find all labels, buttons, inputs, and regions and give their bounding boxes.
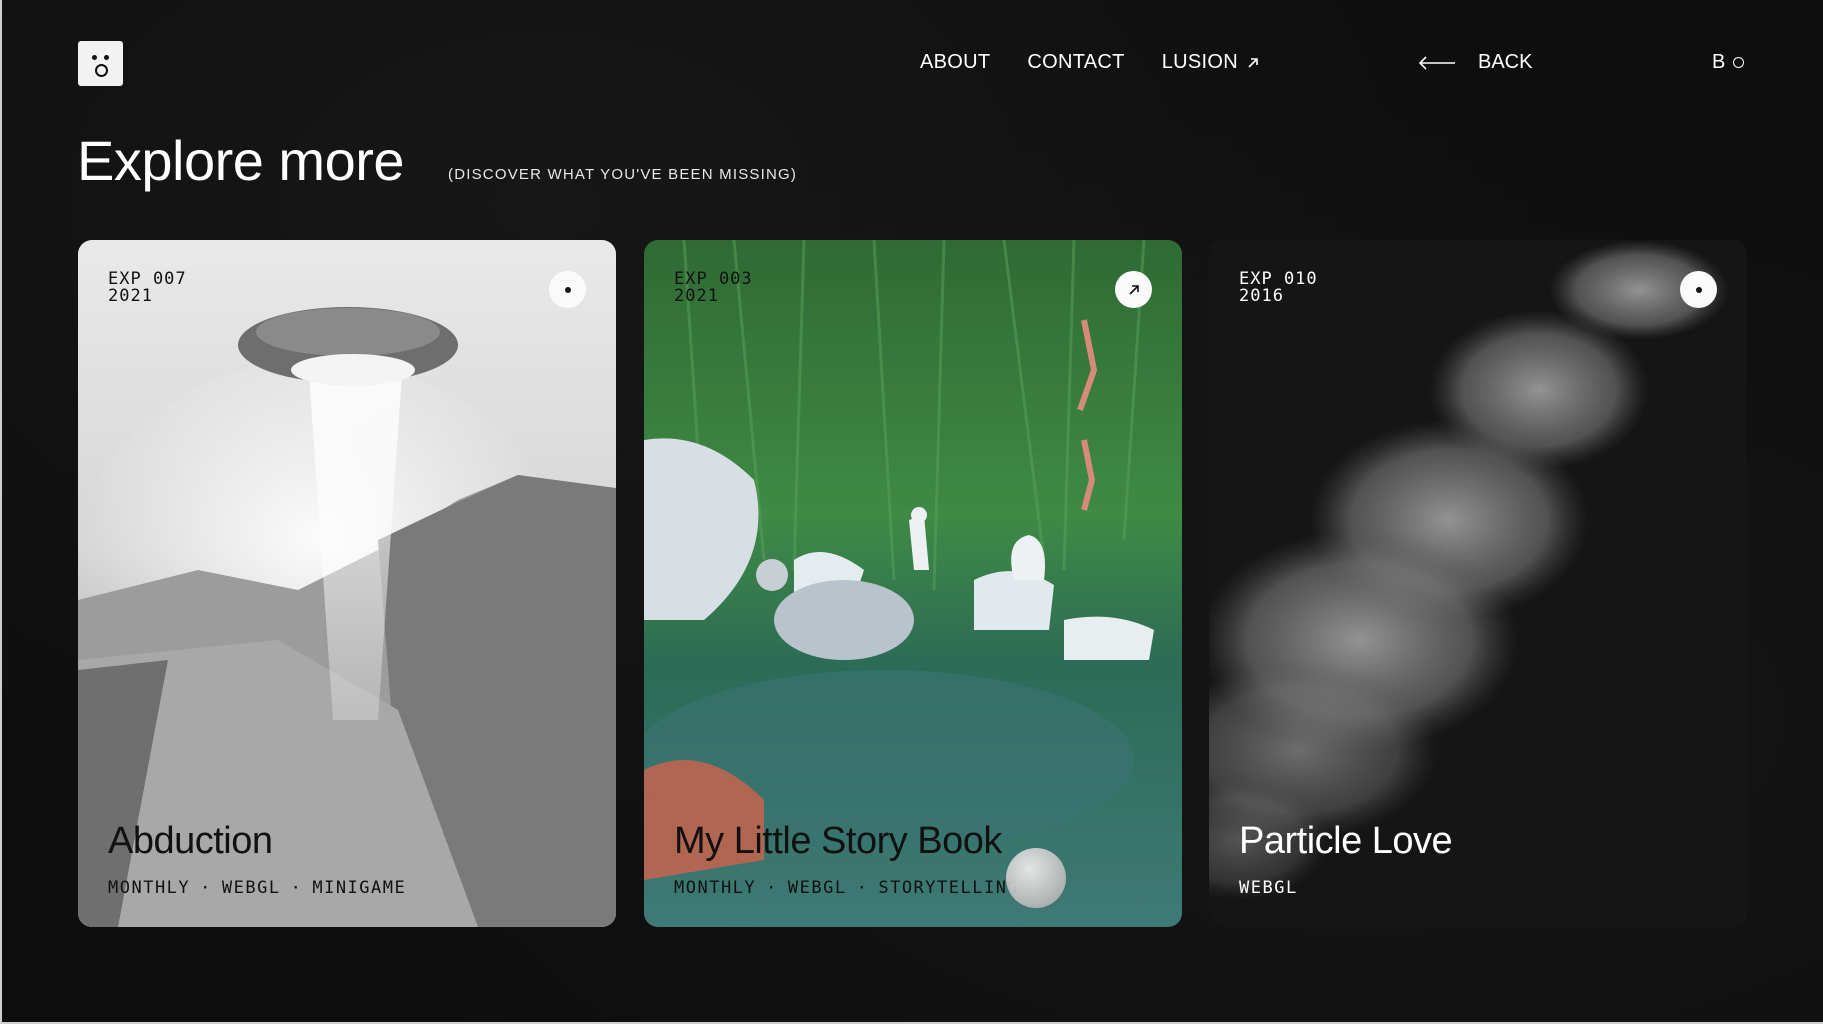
- tag: WEBGL: [1239, 878, 1298, 898]
- card-badge-button[interactable]: [1115, 271, 1152, 308]
- card-title: Particle Love: [1239, 820, 1453, 862]
- card-my-little-story-book[interactable]: EXP 003 2021 My Little Story Book MONTHL…: [644, 240, 1182, 927]
- nav-lusion-label: LUSION: [1161, 51, 1238, 73]
- arrow-up-right-icon: [1248, 57, 1258, 68]
- card-particle-love[interactable]: EXP 010 2016 Particle Love WEBGL: [1209, 240, 1747, 927]
- tag-separator: ·: [290, 878, 303, 898]
- tag: MINIGAME: [312, 878, 407, 898]
- tag-separator: ·: [856, 878, 869, 898]
- card-tags: MONTHLY · WEBGL · MINIGAME: [108, 878, 406, 898]
- nav-link-lusion[interactable]: LUSION: [1162, 51, 1260, 74]
- card-year: 2021: [108, 286, 153, 306]
- logo-button[interactable]: [78, 41, 123, 86]
- tag: WEBGL: [787, 878, 847, 898]
- logo-eye-right: [104, 55, 109, 60]
- nav-about-label: ABOUT: [920, 51, 991, 73]
- page-subtitle: (DISCOVER WHAT YOU'VE BEEN MISSING): [448, 166, 798, 183]
- nav-link-contact[interactable]: CONTACT: [1027, 51, 1124, 74]
- tag: WEBGL: [221, 878, 281, 898]
- card-tags: MONTHLY · WEBGL · STORYTELLING: [674, 878, 1019, 898]
- tag-separator: ·: [200, 878, 212, 898]
- dot-icon: [564, 286, 571, 293]
- card-meta: EXP 007 2021: [108, 271, 187, 305]
- card-title: Abduction: [108, 820, 273, 862]
- main-nav: ABOUT CONTACT LUSION: [920, 51, 1260, 74]
- back-button[interactable]: BACK: [1418, 51, 1532, 74]
- frame-edge-left: [0, 0, 2, 1024]
- logo-mouth: [95, 64, 108, 77]
- card-meta: EXP 003 2021: [674, 271, 753, 305]
- ring-icon: [1733, 57, 1745, 68]
- tag: MONTHLY: [674, 878, 757, 898]
- card-year: 2021: [674, 286, 719, 306]
- tag: MONTHLY: [108, 878, 191, 898]
- card-badge-button[interactable]: [1680, 271, 1717, 308]
- card-badge-button[interactable]: [549, 271, 586, 308]
- dot-icon: [1695, 286, 1702, 293]
- cursor-indicator: [1006, 848, 1066, 908]
- tag: STORYTELLING: [878, 878, 1020, 898]
- nav-link-about[interactable]: ABOUT: [920, 51, 990, 74]
- page: ABOUT CONTACT LUSION BACK B Explore more…: [0, 0, 1823, 1024]
- arrow-up-right-icon: [1128, 284, 1139, 295]
- corner-label: B: [1712, 51, 1726, 73]
- card-tags: WEBGL: [1239, 878, 1298, 898]
- card-year: 2016: [1239, 286, 1284, 306]
- card-title: My Little Story Book: [674, 820, 1002, 862]
- page-title: Explore more: [77, 129, 405, 192]
- arrow-left-icon: [1418, 55, 1455, 70]
- nav-contact-label: CONTACT: [1027, 51, 1125, 73]
- logo-eye-left: [92, 55, 97, 60]
- back-label: BACK: [1478, 51, 1533, 73]
- tag-separator: ·: [766, 878, 778, 898]
- card-meta: EXP 010 2016: [1239, 271, 1318, 305]
- card-abduction[interactable]: EXP 007 2021 Abduction MONTHLY · WEBGL ·…: [78, 240, 616, 927]
- sound-toggle[interactable]: B: [1712, 51, 1745, 74]
